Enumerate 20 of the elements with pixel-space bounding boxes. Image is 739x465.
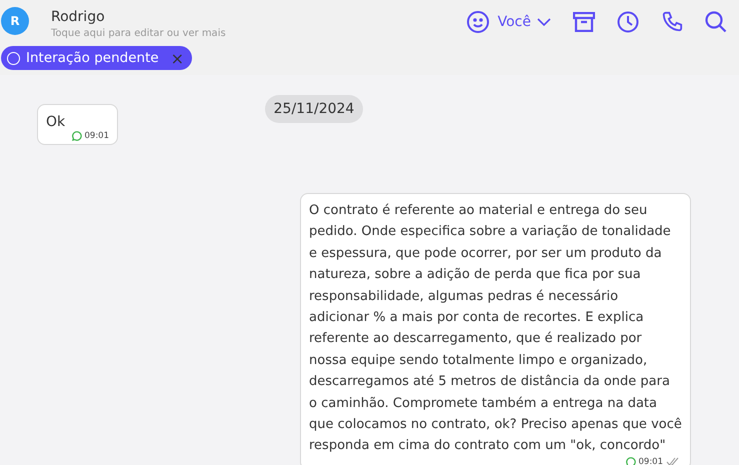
message-text: Ok [46,113,66,131]
contact-name[interactable]: Rodrigo [51,9,226,25]
smiley-icon[interactable] [466,10,490,34]
date-divider: 25/11/2024 [264,95,364,123]
message-text: O contrato é referente ao material e entrega do seu pedido. Onde especifica sobre a variação de tonalidade e espessura, que pode ocorrer, por ser um produto da natureza, sobre a adição de perda que fica por sua responsabilidade, algumas pedras é necessário adicionar % a mais por conta de recortes. E explica referente ao descarregamento, que é realizado por nossa equipe sendo totalmente limpo e organizado, descarregamos até 5 metros de distância da onde para o caminhão. Compromete também a entrega na data que colocamos no contrato, ok? Preciso apenas que você responda em cima do contrato com um "ok, concordo" [309,202,682,456]
message-time: 09:01 [638,456,663,465]
double-check-icon [666,457,680,465]
search-icon[interactable] [705,11,727,33]
chevron-down-icon [537,17,551,27]
circle-icon [7,52,20,64]
archive-box-icon[interactable] [573,12,595,32]
whatsapp-icon [626,456,636,465]
whatsapp-icon [72,131,82,141]
tag-label: Interação pendente [26,50,159,66]
clock-icon[interactable] [617,11,639,33]
agent-label[interactable]: Você [498,14,531,30]
contact-subtitle[interactable]: Toque aqui para editar ou ver mais [51,28,226,39]
phone-icon[interactable] [661,11,683,33]
avatar: R [1,7,29,35]
message-time: 09:01 [84,131,109,141]
